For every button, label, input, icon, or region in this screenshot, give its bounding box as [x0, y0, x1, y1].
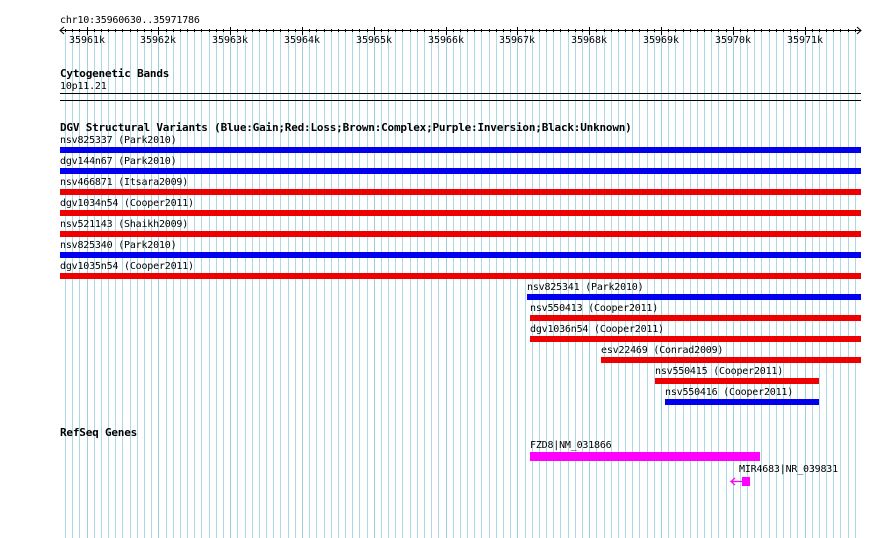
variant-bar[interactable]	[60, 210, 861, 216]
variant-bar[interactable]	[60, 147, 861, 153]
ruler-tick-label: 35961k	[68, 35, 106, 46]
ruler-tick-label: 35967k	[498, 35, 536, 46]
variant-bar[interactable]	[655, 378, 819, 384]
variant-label[interactable]: nsv466871 (Itsara2009)	[60, 177, 188, 188]
variant-label[interactable]: nsv825341 (Park2010)	[527, 282, 644, 293]
ruler-tick-label: 35966k	[427, 35, 465, 46]
variant-bar[interactable]	[527, 294, 861, 300]
variant-bar[interactable]	[60, 231, 861, 237]
variant-label[interactable]: dgv1035n54 (Cooper2011)	[60, 261, 194, 272]
coordinate-label: chr10:35960630..35971786	[60, 15, 200, 26]
dgv-track-title: DGV Structural Variants (Blue:Gain;Red:L…	[60, 121, 632, 134]
variant-label[interactable]: dgv144n67 (Park2010)	[60, 156, 177, 167]
variant-label[interactable]: nsv550413 (Cooper2011)	[530, 303, 658, 314]
variant-label[interactable]: dgv1036n54 (Cooper2011)	[530, 324, 664, 335]
variant-label[interactable]: nsv825340 (Park2010)	[60, 240, 177, 251]
variant-label[interactable]: nsv521143 (Shaikh2009)	[60, 219, 188, 230]
variant-bar[interactable]	[530, 315, 861, 321]
variant-label[interactable]: dgv1034n54 (Cooper2011)	[60, 198, 194, 209]
ruler-tick-label: 35971k	[786, 35, 824, 46]
variant-label[interactable]: nsv550416 (Cooper2011)	[665, 387, 793, 398]
cytoband-track-title: Cytogenetic Bands	[60, 67, 170, 80]
variant-bar[interactable]	[60, 189, 861, 195]
ruler-tick-label: 35969k	[642, 35, 680, 46]
cytoband-bottom-line	[60, 100, 861, 101]
ruler-tick-label: 35962k	[139, 35, 177, 46]
variant-bar[interactable]	[60, 273, 861, 279]
refseq-track-title: RefSeq Genes	[60, 426, 138, 439]
variant-bar[interactable]	[60, 252, 861, 258]
ruler-tick-label: 35968k	[570, 35, 608, 46]
ruler-tick-label: 35970k	[714, 35, 752, 46]
cytoband-top-line	[60, 93, 861, 94]
gene-label[interactable]: FZD8|NM_031866	[530, 440, 612, 451]
ruler-tick-label: 35965k	[355, 35, 393, 46]
variant-bar[interactable]	[665, 399, 819, 405]
variant-label[interactable]: esv22469 (Conrad2009)	[601, 345, 723, 356]
gene-label[interactable]: MIR4683|NR_039831	[739, 464, 838, 475]
gene-bar[interactable]	[530, 452, 760, 461]
gene-bar[interactable]	[742, 477, 750, 486]
variant-bar[interactable]	[530, 336, 861, 342]
variant-bar[interactable]	[601, 357, 861, 363]
ruler-tick-label: 35963k	[211, 35, 249, 46]
ruler-tick-label: 35964k	[283, 35, 321, 46]
variant-label[interactable]: nsv550415 (Cooper2011)	[655, 366, 783, 377]
cytoband-label[interactable]: 10p11.21	[60, 81, 107, 92]
variant-label[interactable]: nsv825337 (Park2010)	[60, 135, 177, 146]
variant-bar[interactable]	[60, 168, 861, 174]
